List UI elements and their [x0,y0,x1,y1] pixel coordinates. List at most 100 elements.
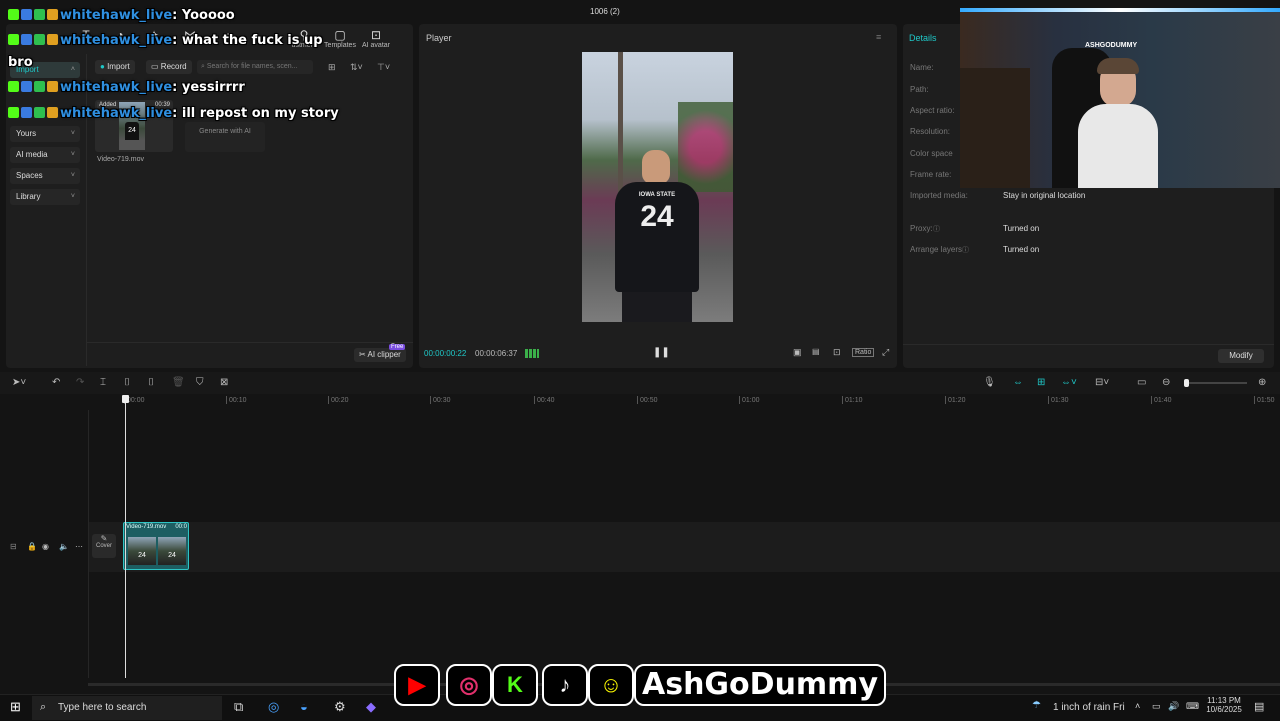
moderator-badge-icon [21,107,32,118]
microphone-icon[interactable]: 🎙 [983,377,996,388]
diamond-badge-icon [34,107,45,118]
crop-icon[interactable]: ▣ [793,347,802,358]
sidebar-item-yours[interactable]: Yours ˅ [10,126,80,142]
search-input[interactable]: ⌕ Search for file names, scen... [197,60,313,74]
audio-meter [525,349,539,358]
thumbnail-jersey: 24 [125,122,139,140]
room-shelf [960,68,1030,188]
record-button[interactable]: ▭ Record [146,60,192,74]
windows-start-icon[interactable]: ⊞ [10,699,21,715]
weather-text[interactable]: 1 inch of rain Fri [1053,702,1125,713]
delete-icon[interactable]: 🗑 [172,377,185,388]
pencil-icon: ✎ [100,534,108,543]
notifications-icon[interactable]: ▤ [1254,700,1264,713]
view-toggle-icon[interactable]: ⊞ [328,62,336,73]
undo-icon[interactable]: ↶ [52,377,60,388]
clip-name: Video-719.mov [97,156,144,163]
sidebar-item-library[interactable]: Library ˅ [10,189,80,205]
youtube-icon: ▶ [394,664,440,706]
timeline-video-clip[interactable]: Video-719.mov 00:0 24 24 [123,522,189,570]
auto-snap-icon[interactable]: ⇔˅ [1061,377,1077,388]
zoom-slider-handle[interactable] [1184,379,1189,387]
audio-icon[interactable]: 🔈 [59,542,69,551]
pause-icon[interactable]: ❚❚ [653,347,670,358]
volume-icon[interactable]: 🔊 [1168,701,1179,712]
select-tool-icon[interactable]: ➤˅ [12,377,26,388]
playhead[interactable] [125,396,126,678]
playhead-handle[interactable] [122,395,129,403]
video-frame: IOWA STATE 24 [582,52,733,322]
freeze-frame-icon[interactable]: ⊠ [220,377,228,388]
preview-axis-icon[interactable]: ⊟˅ [1095,377,1109,388]
jersey-number: 24 [640,200,674,233]
main-track-lane [89,522,1280,572]
magnet-icon[interactable]: ⊞ [1037,377,1045,388]
zoom-out-icon[interactable]: ⊖ [1162,377,1170,388]
track-hide-icon[interactable]: ⊟ [10,542,17,551]
cover-button[interactable]: ✎ Cover [92,534,116,558]
ruler-tick: 01:30 [1048,396,1069,404]
steam-icon[interactable]: ◒ [300,699,308,714]
quality-icon[interactable]: ▤ [812,347,820,356]
modify-button[interactable]: Modify [1218,349,1264,363]
network-icon[interactable]: ▭ [1152,701,1161,712]
sidebar-item-spaces[interactable]: Spaces ˅ [10,168,80,184]
app-icon[interactable]: ◎ [268,699,279,715]
split-icon[interactable]: ⌶ [100,377,106,388]
chat-message: whitehawk_live: ill repost on my story [8,106,339,121]
chevron-up-icon[interactable]: ˄ [1135,701,1140,711]
more-icon[interactable]: ⋯ [75,542,83,551]
eye-icon[interactable]: ◉ [42,542,49,551]
import-button[interactable]: ● Import [95,60,135,74]
clip-duration-label: 00:0 [175,524,187,530]
task-view-icon[interactable]: ⧉ [234,699,243,715]
settings-icon[interactable]: ⚙ [334,699,346,715]
kick-icon: K [492,664,538,706]
moderator-badge-icon [21,9,32,20]
detail-key: Resolution: [910,127,951,136]
ruler-tick: 00:50 [637,396,658,404]
info-icon[interactable]: ⓘ [933,224,940,234]
tool-ai-avatar[interactable]: ⊡ AI avatar [356,28,396,49]
crown-badge-icon [47,34,58,45]
timeline-toolbar [0,372,1280,394]
redo-icon[interactable]: ↷ [76,377,84,388]
total-time: 00:00:06:37 [475,349,518,358]
info-icon[interactable]: ⓘ [962,245,969,255]
caption-track-icon[interactable]: ▭ [1137,377,1146,388]
app-icon[interactable]: ◆ [366,699,376,715]
kick-badge-icon [8,9,19,20]
sort-icon[interactable]: ⇅˅ [350,62,363,73]
crown-badge-icon [47,9,58,20]
crown-badge-icon [47,107,58,118]
zoom-slider[interactable] [1185,382,1247,384]
clip-frame-thumb: 24 [128,537,156,565]
kick-badge-icon [8,34,19,45]
sidebar-item-ai-media[interactable]: AI media ˅ [10,147,80,163]
chat-message: whitehawk_live: what the fuck is up [8,33,323,48]
link-main-track-icon[interactable]: ⇔ [1013,377,1023,388]
diamond-badge-icon [34,34,45,45]
marker-icon[interactable]: ⛉ [196,377,204,388]
moderator-badge-icon [21,34,32,45]
filter-icon[interactable]: ⊤˅ [377,62,390,73]
split-right-icon[interactable]: ⌷ [148,377,154,388]
ratio-button[interactable]: Ratio [852,348,875,357]
language-icon[interactable]: ⌨ [1186,701,1199,712]
fullscreen-icon[interactable]: ⤢ [882,347,889,358]
tool-templates[interactable]: ▢ Templates [320,28,360,49]
snapshot-icon[interactable]: ⊡ [833,347,841,358]
chevron-down-icon: ˅ [70,130,75,137]
zoom-in-icon[interactable]: ⊕ [1258,377,1266,388]
clock[interactable]: 11:13 PM 10/6/2025 [1204,696,1244,714]
ruler-tick: 01:40 [1151,396,1172,404]
generate-with-ai-button[interactable]: Generate with AI [185,122,265,152]
player-menu-icon[interactable]: ≡ [876,32,881,42]
detail-value: Turned on [1003,224,1040,233]
ruler-tick: 00:30 [430,396,451,404]
ruler-tick: 01:10 [842,396,863,404]
taskbar-search[interactable]: ⌕ Type here to search [32,696,222,720]
ai-clipper-button[interactable]: ✂ AI clipper [354,348,406,362]
lock-icon[interactable]: 🔒 [27,542,37,551]
split-left-icon[interactable]: ⌷ [124,377,130,388]
